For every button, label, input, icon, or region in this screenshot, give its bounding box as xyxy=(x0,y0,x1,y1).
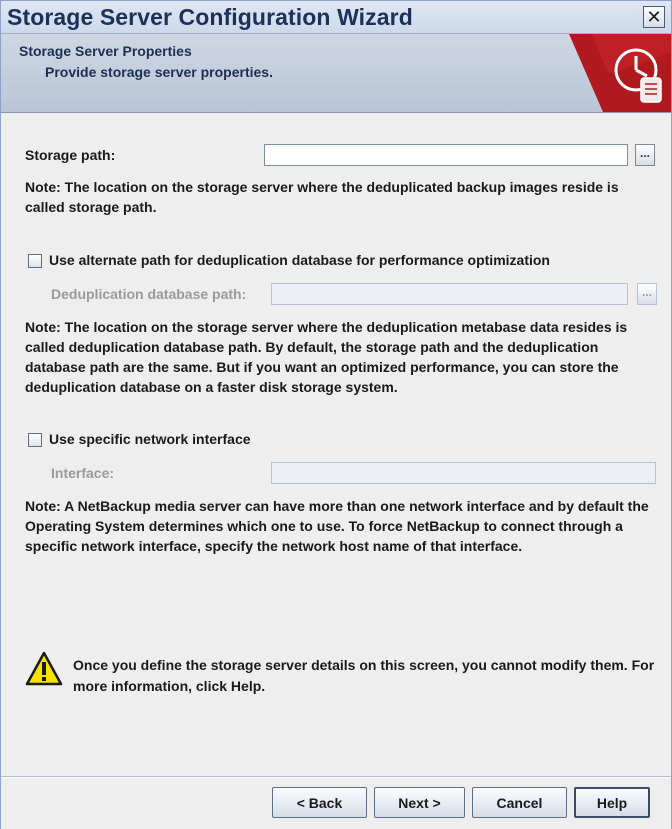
help-button[interactable]: Help xyxy=(574,787,650,818)
dedup-path-label: Deduplication database path: xyxy=(51,286,247,302)
alternate-path-checkbox[interactable] xyxy=(28,254,42,268)
network-interface-checkbox[interactable] xyxy=(28,433,42,447)
close-button[interactable]: ✕ xyxy=(643,6,665,28)
warning-icon xyxy=(25,651,63,686)
storage-path-input[interactable] xyxy=(264,144,628,166)
interface-input[interactable] xyxy=(271,462,656,484)
dedup-path-note: Note: The location on the storage server… xyxy=(25,319,628,395)
storage-path-note: Note: The location on the storage server… xyxy=(25,179,619,215)
dedup-path-browse-button[interactable]: ... xyxy=(637,283,657,305)
wizard-window: Storage Server Configuration Wizard ✕ St… xyxy=(0,0,672,829)
window-title: Storage Server Configuration Wizard xyxy=(7,4,413,30)
banner-title: Storage Server Properties xyxy=(19,43,192,59)
header-banner: Storage Server Properties Provide storag… xyxy=(1,34,671,113)
close-icon: ✕ xyxy=(646,7,662,27)
back-button[interactable]: < Back xyxy=(272,787,367,818)
next-button[interactable]: Next > xyxy=(374,787,465,818)
button-bar: < Back Next > Cancel Help xyxy=(1,776,671,829)
network-interface-checkbox-label[interactable]: Use specific network interface xyxy=(49,431,251,447)
storage-path-label: Storage path: xyxy=(25,147,116,163)
title-bar: Storage Server Configuration Wizard ✕ xyxy=(1,1,671,34)
dedup-path-input[interactable] xyxy=(271,283,628,305)
warning-message: Once you define the storage server detai… xyxy=(73,657,655,694)
clock-scroll-icon xyxy=(569,34,671,112)
cancel-button[interactable]: Cancel xyxy=(472,787,567,818)
banner-subtitle: Provide storage server properties. xyxy=(45,64,273,80)
alternate-path-checkbox-label[interactable]: Use alternate path for deduplication dat… xyxy=(49,252,550,268)
storage-path-browse-button[interactable]: ... xyxy=(635,144,655,166)
interface-label: Interface: xyxy=(51,465,115,481)
wizard-content: Storage path: ... Note: The location on … xyxy=(1,113,671,773)
network-interface-note: Note: A NetBackup media server can have … xyxy=(25,498,649,554)
